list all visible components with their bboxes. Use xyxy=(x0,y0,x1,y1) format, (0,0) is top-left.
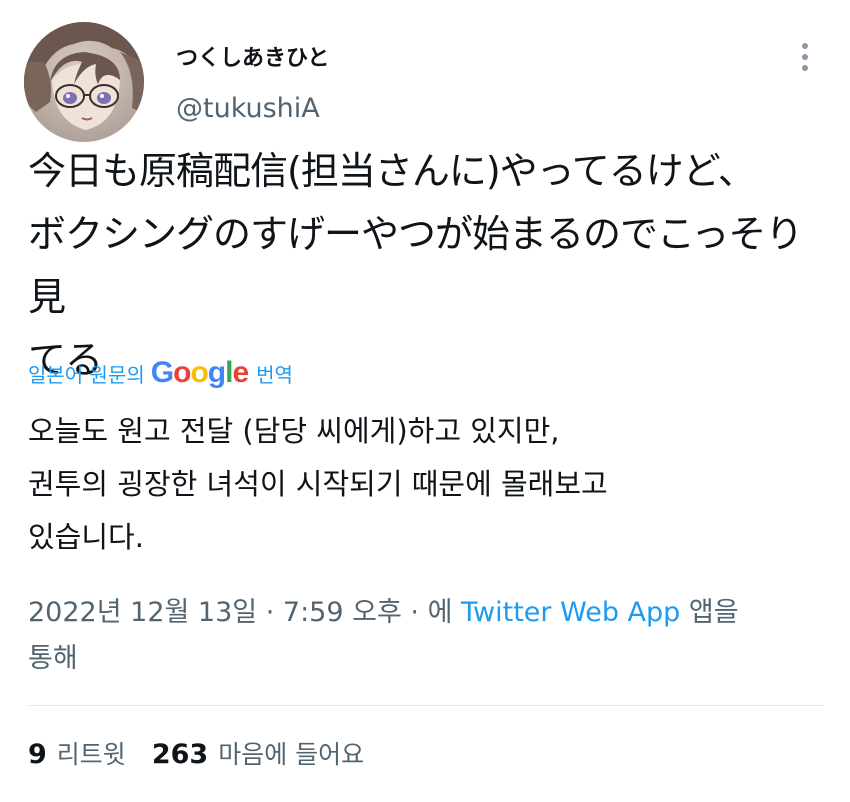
translated-text-line: 권투의 굉장한 녀석이 시작되기 때문에 몰래보고 xyxy=(28,467,608,501)
tweet-time[interactable]: 7:59 오후 xyxy=(283,597,402,628)
translation-attribution[interactable]: 일본어 원문의 Google 번역 xyxy=(28,354,299,392)
tweet-date[interactable]: 2022년 12월 13일 xyxy=(28,597,257,628)
via-suffix: 앱을 xyxy=(688,597,739,628)
google-logo: Google xyxy=(150,356,249,390)
tweet-text-line: ボクシングのすげーやつが始まるのでこっそり見 xyxy=(28,212,803,319)
avatar-illustration xyxy=(24,22,144,142)
google-logo-letter: o xyxy=(173,356,191,389)
translated-text: 오늘도 원고 전달 (담당 씨에게)하고 있지만, 권투의 굉장한 녀석이 시작되… xyxy=(28,405,818,564)
meta-separator: · xyxy=(265,597,275,628)
retweet-label: 리트윗 xyxy=(56,740,126,769)
likes-stat[interactable]: 263 마음에 들어요 xyxy=(152,735,364,771)
via-prefix: 에 xyxy=(427,597,453,628)
vertical-ellipsis-icon xyxy=(802,43,808,71)
author-handle[interactable]: @tukushiA xyxy=(176,92,320,126)
via-suffix: 통해 xyxy=(28,643,78,674)
more-options-icon[interactable] xyxy=(792,40,818,76)
translated-text-line: 있습니다. xyxy=(28,520,144,554)
tweet-stats: 9 리트윗 263 마음에 들어요 xyxy=(28,733,390,773)
google-logo-letter: o xyxy=(190,356,208,389)
meta-separator: · xyxy=(410,597,419,628)
author-display-name[interactable]: つくしあきひと xyxy=(176,44,329,74)
retweet-count: 9 xyxy=(28,739,47,770)
translated-text-line: 오늘도 원고 전달 (담당 씨에게)하고 있지만, xyxy=(28,414,560,448)
translation-suffix-label: 번역 xyxy=(256,362,293,387)
google-logo-letter: e xyxy=(232,356,249,389)
like-count: 263 xyxy=(151,739,209,770)
translation-source-label: 일본어 원문의 xyxy=(28,362,145,387)
google-logo-letter: G xyxy=(150,356,174,389)
tweet-text-line: 今日も原稿配信(担当さんに)やってるけど、 xyxy=(28,149,756,193)
stats-divider xyxy=(28,705,823,706)
tweet-metadata: 2022년 12월 13일 · 7:59 오후 · 에 Twitter Web … xyxy=(28,590,818,682)
author-avatar[interactable] xyxy=(24,22,144,142)
google-logo-letter: g xyxy=(207,356,226,389)
like-label: 마음에 들어요 xyxy=(218,740,365,769)
tweet-source-link[interactable]: Twitter Web App xyxy=(461,597,680,628)
retweets-stat[interactable]: 9 리트윗 xyxy=(28,735,126,771)
